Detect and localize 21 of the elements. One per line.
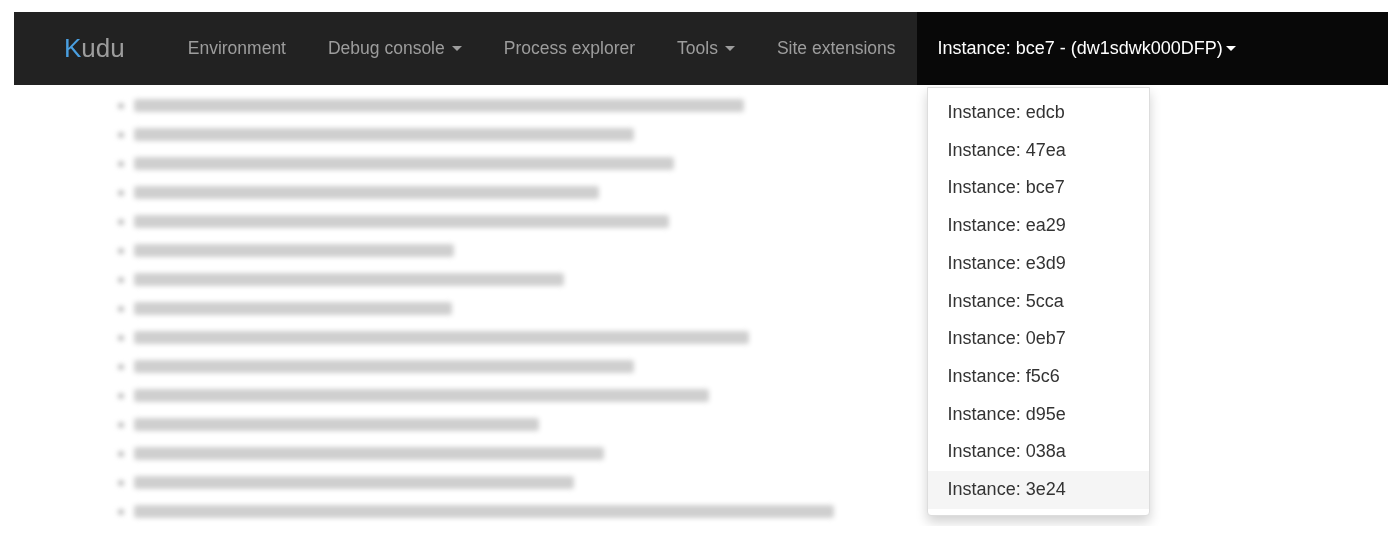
caret-icon [1225,46,1236,51]
menu-item[interactable]: Instance: f5c6 [927,357,1149,396]
nav-link[interactable]: Process explorer [482,12,657,85]
menu-item[interactable]: Instance: 5cca [927,282,1149,321]
instance-dropdown[interactable]: Instance: bce7 - (dw1sdwk000DFP) [916,12,1388,85]
caret-icon [451,46,462,51]
nav-link[interactable]: Site extensions [755,12,917,85]
menu-item[interactable]: Instance: bce7 [927,169,1149,208]
brand-logo[interactable]: Kudu [64,12,125,85]
menu-item[interactable]: Instance: e3d9 [927,244,1149,283]
menu-item[interactable]: Instance: 038a [927,433,1149,472]
menu-item[interactable]: Instance: 3e24 [927,471,1149,509]
menu-item[interactable]: Instance: edcb [927,94,1149,132]
nav-link[interactable]: Environment [166,12,307,85]
dropdown-menu-link[interactable]: Debug console [307,12,483,85]
menu-item[interactable]: Instance: d95e [927,395,1149,434]
menu-item[interactable]: Instance: ea29 [927,207,1149,245]
dropdown-menu-link[interactable]: Tools [656,12,756,85]
menu-item[interactable]: Instance: 0eb7 [927,320,1149,358]
caret-icon [724,46,735,51]
menu-item[interactable]: Instance: 47ea [927,131,1149,170]
